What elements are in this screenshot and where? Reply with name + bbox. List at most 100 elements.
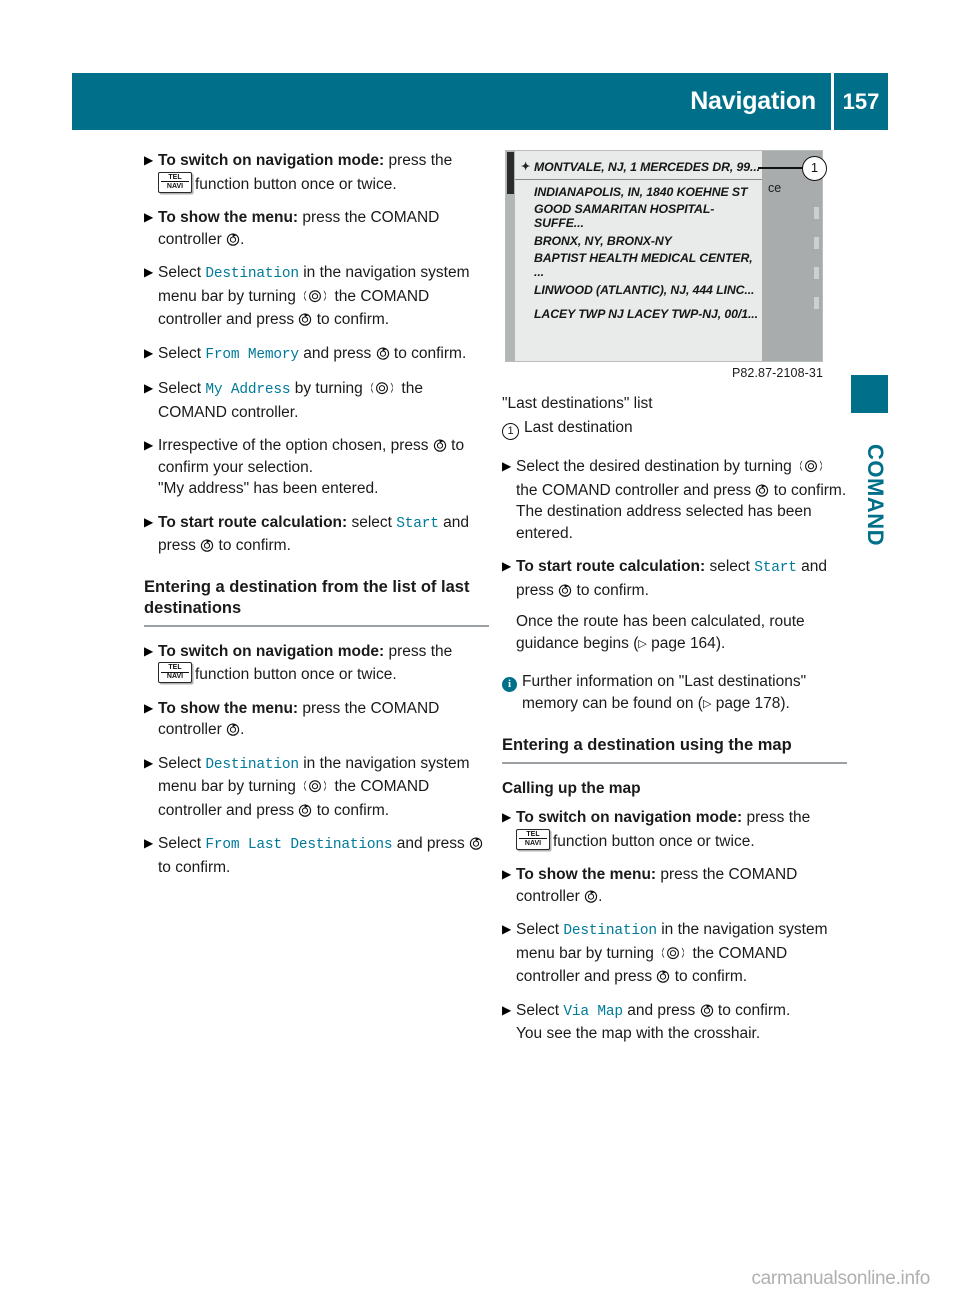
nav-scrollbar[interactable] bbox=[506, 151, 515, 361]
callout-leader-line bbox=[758, 167, 804, 169]
step-text: Select bbox=[516, 1001, 564, 1019]
step-select-from-memory: ▶ Select From Memory and press to confir… bbox=[144, 343, 489, 367]
panel-tick bbox=[814, 267, 819, 279]
press-controller-icon bbox=[700, 1002, 714, 1017]
navi-label: NAVI bbox=[166, 182, 184, 190]
page-ref-arrow-icon: ▷ bbox=[638, 637, 647, 650]
step-select-from-last-destinations: ▶ Select From Last Destinations and pres… bbox=[144, 833, 489, 878]
step-select-destination-1: ▶ Select Destination in the navigation s… bbox=[144, 262, 489, 331]
step-text: Select the desired destination by turnin… bbox=[516, 458, 797, 475]
menu-item-destination[interactable]: Destination bbox=[563, 923, 657, 939]
step-select-destination-3: ▶ Select Destination in the navigation s… bbox=[502, 919, 847, 988]
menu-item-via-map[interactable]: Via Map bbox=[563, 1004, 623, 1020]
list-item[interactable]: INDIANAPOLIS, IN, 1840 KOEHNE ST bbox=[515, 180, 762, 205]
panel-tick bbox=[814, 237, 819, 249]
step-text: Select bbox=[158, 344, 206, 362]
press-controller-icon bbox=[584, 888, 598, 903]
callout-number-1: 1 bbox=[802, 156, 827, 181]
page-ref[interactable]: page 178 bbox=[711, 695, 781, 712]
turn-controller-icon bbox=[300, 288, 330, 310]
step-show-menu-1: ▶ To show the menu: press the COMAND con… bbox=[144, 207, 489, 250]
step-select-desired-destination: ▶ Select the desired destination by turn… bbox=[502, 456, 847, 544]
list-item[interactable]: BRONX, NY, BRONX-NY bbox=[515, 229, 762, 254]
step-text: Select bbox=[158, 264, 206, 281]
list-item[interactable]: GOOD SAMARITAN HOSPITAL-SUFFE... bbox=[515, 202, 762, 230]
step-select-my-address: ▶ Select My Address by turning the COMAN… bbox=[144, 378, 489, 423]
info-note-block: i Further information on "Last destinati… bbox=[502, 671, 847, 715]
bullet-icon: ▶ bbox=[502, 922, 512, 936]
step-text-tail: to confirm. bbox=[312, 311, 390, 328]
header-page-block: 157 bbox=[834, 73, 888, 130]
press-controller-icon bbox=[226, 721, 240, 736]
step-show-menu-3: ▶ To show the menu: press the COMAND con… bbox=[502, 864, 847, 907]
list-item[interactable]: LINWOOD (ATLANTIC), NJ, 444 LINC... bbox=[515, 278, 762, 303]
step-text: Select bbox=[158, 835, 206, 852]
menu-item-from-last-destinations[interactable]: From Last Destinations bbox=[205, 837, 392, 853]
page-title: Navigation bbox=[690, 87, 816, 115]
step-switch-on-nav-1: ▶ To switch on navigation mode: press th… bbox=[144, 150, 489, 195]
step-note-block: Once the route has been calculated, rout… bbox=[516, 611, 847, 655]
bullet-icon: ▶ bbox=[144, 265, 154, 279]
nav-scrollbar-thumb[interactable] bbox=[507, 152, 514, 194]
figure-caption: P82.87-2108-31 bbox=[731, 366, 823, 380]
tel-navi-button-icon: TEL NAVI bbox=[158, 662, 192, 683]
destination-marker-icon: ✦ bbox=[521, 161, 531, 174]
step-text: Irrespective of the option chosen, press bbox=[158, 437, 433, 454]
menu-item-start[interactable]: Start bbox=[396, 516, 439, 532]
step-note: The destination address selected has bee… bbox=[516, 503, 812, 542]
heading-entering-using-map: Entering a destination using the map bbox=[502, 736, 792, 754]
step-text: by turning bbox=[290, 380, 368, 397]
list-item-label: LACEY TWP NJ LACEY TWP-NJ, 00/1... bbox=[534, 307, 758, 322]
step-text: and press bbox=[622, 1001, 700, 1019]
press-controller-icon bbox=[376, 345, 390, 360]
last-destinations-list: ✦ MONTVALE, NJ, 1 MERCEDES DR, 99... IND… bbox=[515, 151, 762, 361]
nav-right-panel: ce bbox=[762, 151, 822, 361]
menu-item-from-memory[interactable]: From Memory bbox=[205, 347, 299, 363]
footer-watermark: carmanualsonline.info bbox=[751, 1268, 930, 1289]
bullet-icon: ▶ bbox=[144, 836, 154, 850]
menu-item-start[interactable]: Start bbox=[754, 560, 797, 576]
heading-rule bbox=[502, 762, 847, 764]
list-item[interactable]: ✦ MONTVALE, NJ, 1 MERCEDES DR, 99... bbox=[515, 155, 762, 180]
step-show-menu-2: ▶ To show the menu: press the COMAND con… bbox=[144, 698, 489, 741]
figure-last-destinations-screen: ce ✦ MONTVALE, NJ, 1 MERCEDES DR, 99... … bbox=[502, 150, 847, 380]
bullet-icon: ▶ bbox=[144, 381, 154, 395]
step-text: press the bbox=[384, 642, 453, 660]
step-text-tail: to confirm. bbox=[670, 968, 748, 985]
step-text-tail: . bbox=[240, 230, 245, 248]
press-controller-icon bbox=[469, 835, 483, 850]
step-text-tail: function button once or twice. bbox=[195, 666, 397, 683]
step-text: to confirm. bbox=[769, 481, 847, 499]
info-icon: i bbox=[502, 671, 522, 693]
figure-legend: "Last destinations" list 1 Last destinat… bbox=[502, 393, 847, 440]
callout-num-glyph: 1 bbox=[502, 423, 519, 440]
menu-item-destination[interactable]: Destination bbox=[205, 757, 299, 773]
menu-item-my-address[interactable]: My Address bbox=[205, 382, 290, 398]
step-text: press the bbox=[384, 152, 453, 169]
step-text-tail: to confirm. bbox=[312, 801, 390, 819]
heading-entering-from-last-destinations: Entering a destination from the list of … bbox=[144, 577, 470, 617]
bullet-icon: ▶ bbox=[502, 559, 512, 573]
step-text: select bbox=[347, 513, 397, 531]
bullet-icon: ▶ bbox=[502, 1002, 512, 1017]
tel-navi-button-icon: TEL NAVI bbox=[158, 171, 192, 193]
press-controller-icon bbox=[200, 537, 214, 552]
legend-row: 1 Last destination bbox=[502, 417, 847, 440]
turn-controller-icon bbox=[796, 458, 826, 480]
page-ref[interactable]: page 164 bbox=[647, 635, 716, 652]
menu-item-destination[interactable]: Destination bbox=[205, 266, 299, 282]
step-text-tail: to confirm. bbox=[214, 537, 291, 554]
nav-right-panel-text: ce bbox=[768, 181, 782, 195]
list-item-label: BAPTIST HEALTH MEDICAL CENTER, ... bbox=[534, 251, 753, 280]
list-item[interactable]: BAPTIST HEALTH MEDICAL CENTER, ... bbox=[515, 251, 762, 280]
turn-controller-icon bbox=[658, 945, 688, 967]
step-text-tail: function button once or twice. bbox=[195, 175, 397, 193]
step-start-route-calculation-2: ▶ To start route calculation: select Sta… bbox=[502, 556, 847, 655]
step-switch-on-nav-2: ▶ To switch on navigation mode: press th… bbox=[144, 641, 489, 686]
step-text-tail: to confirm. bbox=[158, 858, 231, 876]
step-text: and press bbox=[298, 344, 376, 362]
list-item[interactable]: LACEY TWP NJ LACEY TWP-NJ, 00/1... bbox=[515, 302, 762, 327]
bullet-icon: ▶ bbox=[144, 514, 154, 529]
list-item-label: BRONX, NY, BRONX-NY bbox=[534, 233, 672, 248]
list-item-label: MONTVALE, NJ, 1 MERCEDES DR, 99... bbox=[534, 159, 760, 174]
